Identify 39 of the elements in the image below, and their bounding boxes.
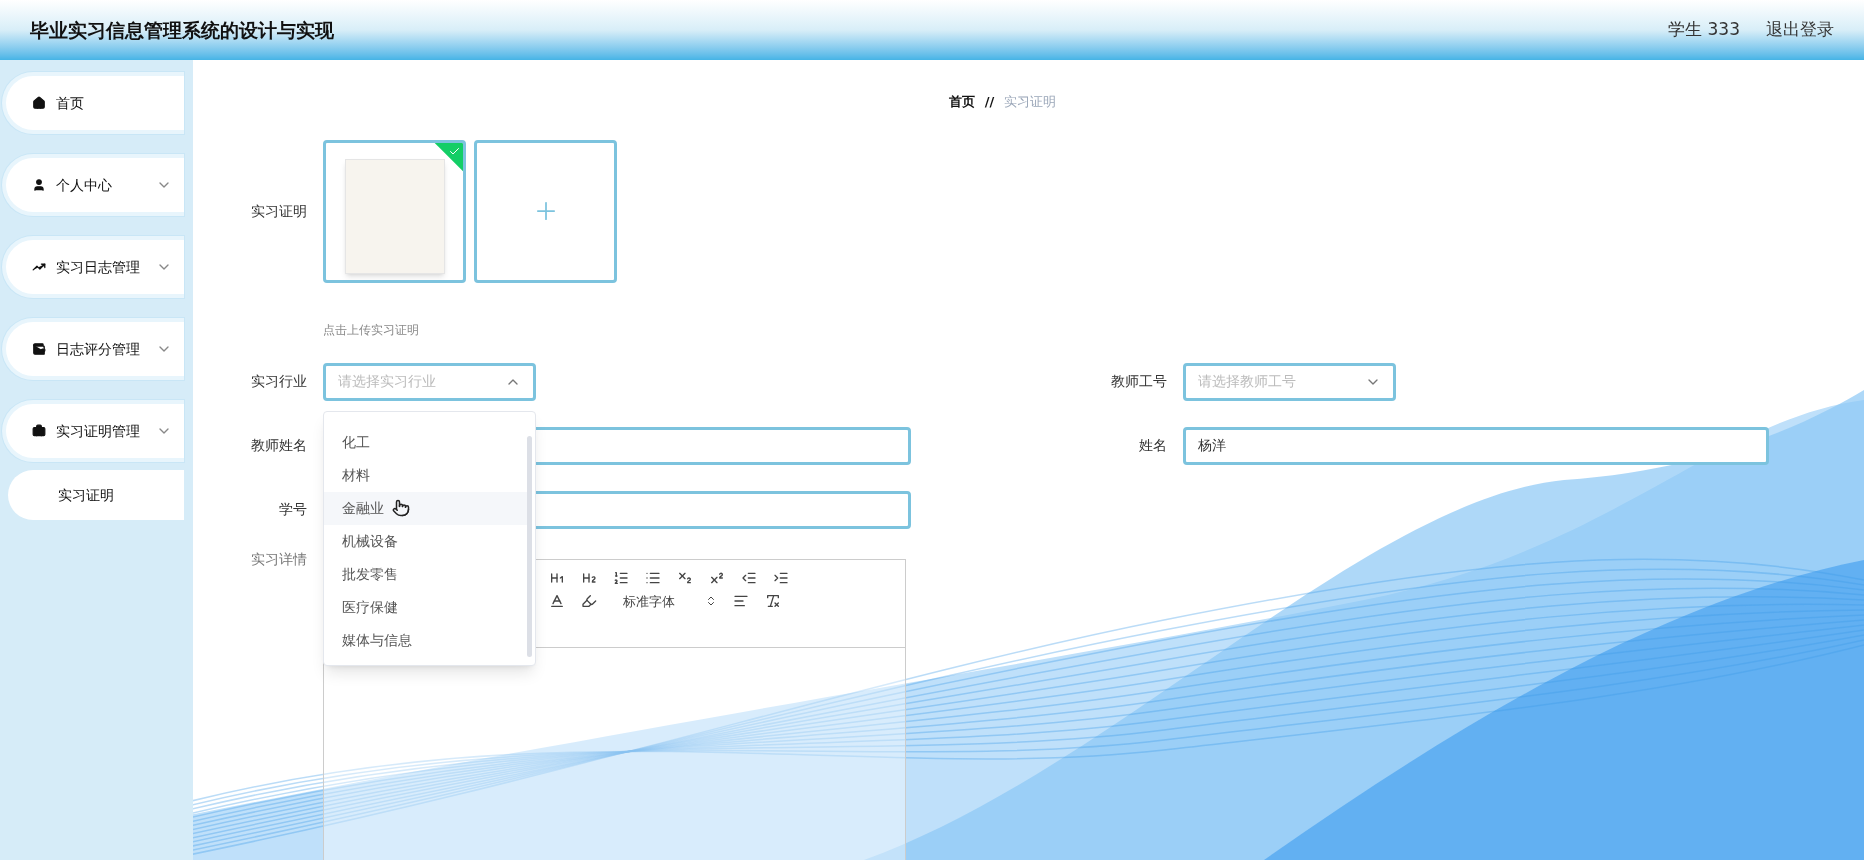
clear-format-icon[interactable] [765,593,781,610]
font-color-icon[interactable] [549,593,565,610]
dropdown-option[interactable]: 机械设备 [324,524,527,558]
highlight-icon[interactable] [581,593,597,610]
upload-hint: 点击上传实习证明 [323,321,420,339]
field-label: 实习证明 [250,201,307,221]
dropdown-option[interactable]: 化工 [324,425,527,459]
dropdown-option[interactable]: 材料 [324,458,527,492]
sidebar-item[interactable]: 日志评分管理 [2,318,184,380]
breadcrumb-link[interactable]: 首页 [948,92,975,112]
hand-cursor-icon [392,499,410,517]
sidebar-subitem[interactable]: 实习证明 [8,470,184,520]
user-icon [32,178,46,192]
app-title: 毕业实习信息管理系统的设计与实现 [30,17,334,43]
sidebar-item[interactable]: 个人中心 [2,154,184,216]
breadcrumb-separator: // [984,93,995,111]
input-field[interactable]: 杨洋 [1183,426,1769,465]
font-select[interactable]: 标准字体 [623,591,717,611]
field-label: 教师工号 [1110,372,1167,391]
field-label: 实习详情 [250,549,307,569]
wallet-icon [32,342,46,356]
dropdown-option[interactable]: 媒体与信息 [324,623,527,657]
field-label: 实习行业 [250,372,307,391]
field-label: 学号 [278,500,307,519]
sidebar-item[interactable]: 实习日志管理 [2,236,184,298]
ordered-list-icon[interactable] [613,569,629,586]
dropdown-option[interactable]: 金融业 [324,491,527,525]
field-label: 教师姓名 [250,436,307,455]
sidebar-item[interactable]: 实习证明管理 [2,400,184,462]
field-label: 姓名 [1138,436,1167,455]
logout-link[interactable]: 退出登录 [1766,17,1834,43]
updown-icon [705,595,717,608]
briefcase-icon [32,424,46,438]
home-icon [32,96,46,110]
dropdown-option[interactable]: 批发零售 [324,557,527,591]
dropdown-option[interactable]: 医疗保健 [324,590,527,624]
user-name: 学生 333 [1668,18,1740,42]
sidebar-item[interactable]: 首页 [2,72,184,134]
check-icon [448,145,461,157]
